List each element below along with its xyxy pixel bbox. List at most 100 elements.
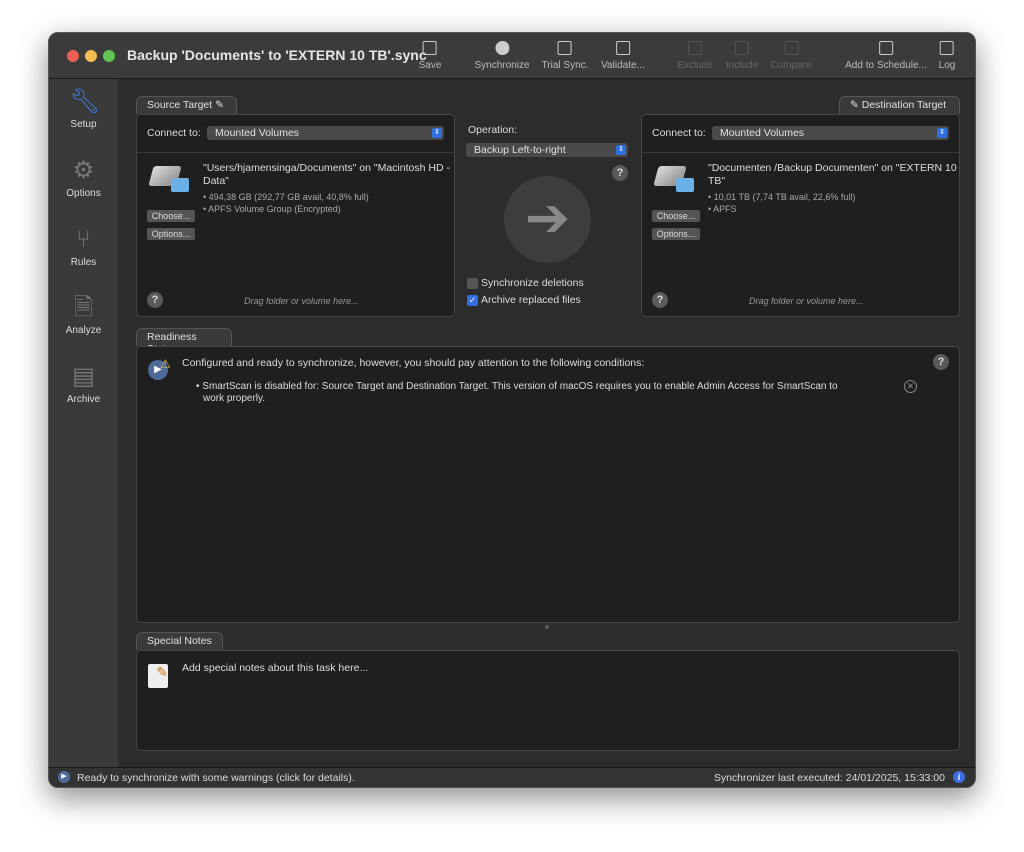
add-to-schedule-label: Add to Schedule... [845,60,927,71]
pencil-icon[interactable]: ✎ [850,99,859,111]
operation-select[interactable]: Backup Left-to-right ⇕ [466,143,628,157]
play-icon [495,41,509,55]
save-label: Save [418,60,442,71]
source-target-tab[interactable]: Source Target ✎ [136,96,237,114]
minimize-button[interactable] [85,50,97,62]
splitter-handle[interactable] [545,625,549,629]
include-button[interactable]: Include [726,41,758,71]
source-path: "Users/hjamensinga/Documents" on "Macint… [203,162,450,174]
log-icon [940,41,954,55]
drive-folder-icon [653,164,694,194]
status-bar[interactable]: ▶ Ready to synchronize with some warning… [49,767,975,787]
compare-button[interactable]: Compare [770,41,812,71]
pencil-icon[interactable]: ✎ [215,99,224,111]
close-button[interactable] [67,50,79,62]
select-value: Backup Left-to-right [474,144,566,156]
synchronize-button[interactable]: Synchronize [474,41,530,71]
connect-label: Connect to: [652,127,706,139]
sidebar-label: Setup [70,119,97,130]
exclude-button[interactable]: Exclude [677,41,713,71]
destination-connect-select[interactable]: Mounted Volumes ⇕ [712,126,949,140]
trial-sync-button[interactable]: Trial Sync. [541,41,589,71]
calendar-add-icon [878,41,893,55]
sync-deletions-checkbox[interactable] [467,278,478,289]
help-button[interactable]: ? [933,354,949,370]
log-button[interactable]: Log [938,41,956,71]
zoom-button[interactable] [103,50,115,62]
help-button[interactable]: ? [147,292,163,308]
validate-button[interactable]: Validate... [601,41,645,71]
destination-path: "Documenten /Backup Documenten" on "EXTE… [708,162,957,174]
archive-replaced-checkbox[interactable]: ✓ [467,295,478,306]
special-notes-tab[interactable]: Special Notes [136,632,223,650]
play-warning-icon: ▶ ⚠ [148,357,171,380]
divider [642,152,959,153]
note-pencil-icon: ✎ [148,664,168,688]
drag-hint: Drag folder or volume here... [749,296,864,306]
chevron-updown-icon: ⇕ [432,128,442,138]
source-capacity: • 494,38 GB (292,77 GB avail, 40,8% full… [203,192,369,202]
sidebar-label: Analyze [65,325,102,336]
source-choose-button[interactable]: Choose... [147,210,195,222]
source-connect-select[interactable]: Mounted Volumes ⇕ [207,126,444,140]
info-icon[interactable]: i [953,771,965,783]
chevron-updown-icon: ⇕ [937,128,947,138]
compare-icon [783,41,798,55]
add-to-schedule-button[interactable]: Add to Schedule... [845,41,927,71]
source-options-button[interactable]: Options... [147,228,195,240]
readiness-panel: ▶ ⚠ Configured and ready to synchronize, … [136,346,960,623]
gear-icon: ⚙ [72,157,95,184]
app-window: Backup 'Documents' to 'EXTERN 10 TB'.syn… [48,32,976,788]
help-button[interactable]: ? [652,292,668,308]
status-warning-icon: ▶ [58,771,70,783]
trial-sync-icon [558,41,572,55]
arrow-right-icon: ➔ [504,176,591,263]
select-value: Mounted Volumes [215,127,300,139]
status-message[interactable]: Ready to synchronize with some warnings … [77,772,355,784]
sidebar-item-rules[interactable]: ⑂ Rules [49,226,118,269]
source-format: • APFS Volume Group (Encrypted) [203,204,341,214]
warning-icon: ⚠ [160,357,171,371]
destination-target-tab[interactable]: ✎ Destination Target [839,96,960,114]
titlebar: Backup 'Documents' to 'EXTERN 10 TB'.syn… [49,33,975,79]
destination-options-button[interactable]: Options... [652,228,700,240]
sidebar-item-analyze[interactable]: 🗎︎ Analyze [49,295,118,337]
clipboard-check-icon [615,41,630,55]
wrench-icon: 🔧︎ [69,88,100,115]
exclude-label: Exclude [677,60,713,71]
sidebar: 🔧︎ Setup ⚙ Options ⑂ Rules 🗎︎ Analyze ▤ Archi… [49,79,118,767]
trial-sync-label: Trial Sync. [541,60,589,71]
last-executed: Synchronizer last executed: 24/01/2025, … [713,772,945,784]
window-title: Backup 'Documents' to 'EXTERN 10 TB'.syn… [127,47,427,63]
sidebar-label: Rules [70,257,97,268]
sidebar-item-archive[interactable]: ▤ Archive [49,364,118,406]
branch-icon: ⑂ [76,226,91,253]
connect-label: Connect to: [147,127,201,139]
readiness-warning-item-cont: work properly. [203,393,266,404]
source-target-panel[interactable]: Connect to: Mounted Volumes ⇕ Choose... O… [136,114,455,317]
dismiss-icon[interactable]: ✕ [904,380,917,393]
save-icon [422,41,437,55]
save-button[interactable]: Save [418,41,442,71]
source-path-cont: Data" [203,175,229,187]
archive-replaced-label: Archive replaced files [481,294,581,306]
help-button[interactable]: ? [612,165,628,181]
destination-target-panel[interactable]: Connect to: Mounted Volumes ⇕ Choose... O… [641,114,960,317]
sidebar-item-setup[interactable]: 🔧︎ Setup [49,88,118,131]
drive-folder-icon [148,164,189,194]
include-file-icon [735,41,749,55]
special-notes-panel[interactable]: ✎ Add special notes about this task here… [136,650,960,751]
destination-choose-button[interactable]: Choose... [652,210,700,222]
sidebar-label: Archive [66,394,101,405]
sidebar-item-options[interactable]: ⚙ Options [49,157,118,200]
readiness-state-tab[interactable]: Readiness State [136,328,232,355]
log-label: Log [938,60,956,71]
include-label: Include [725,60,759,71]
exclude-file-icon [687,41,702,55]
destination-format: • APFS [708,204,737,214]
chevron-updown-icon: ⇕ [616,145,626,155]
notes-input[interactable]: Add special notes about this task here..… [182,662,368,674]
drag-hint: Drag folder or volume here... [244,296,359,306]
select-value: Mounted Volumes [720,127,805,139]
destination-tab-label: Destination Target [861,99,947,111]
